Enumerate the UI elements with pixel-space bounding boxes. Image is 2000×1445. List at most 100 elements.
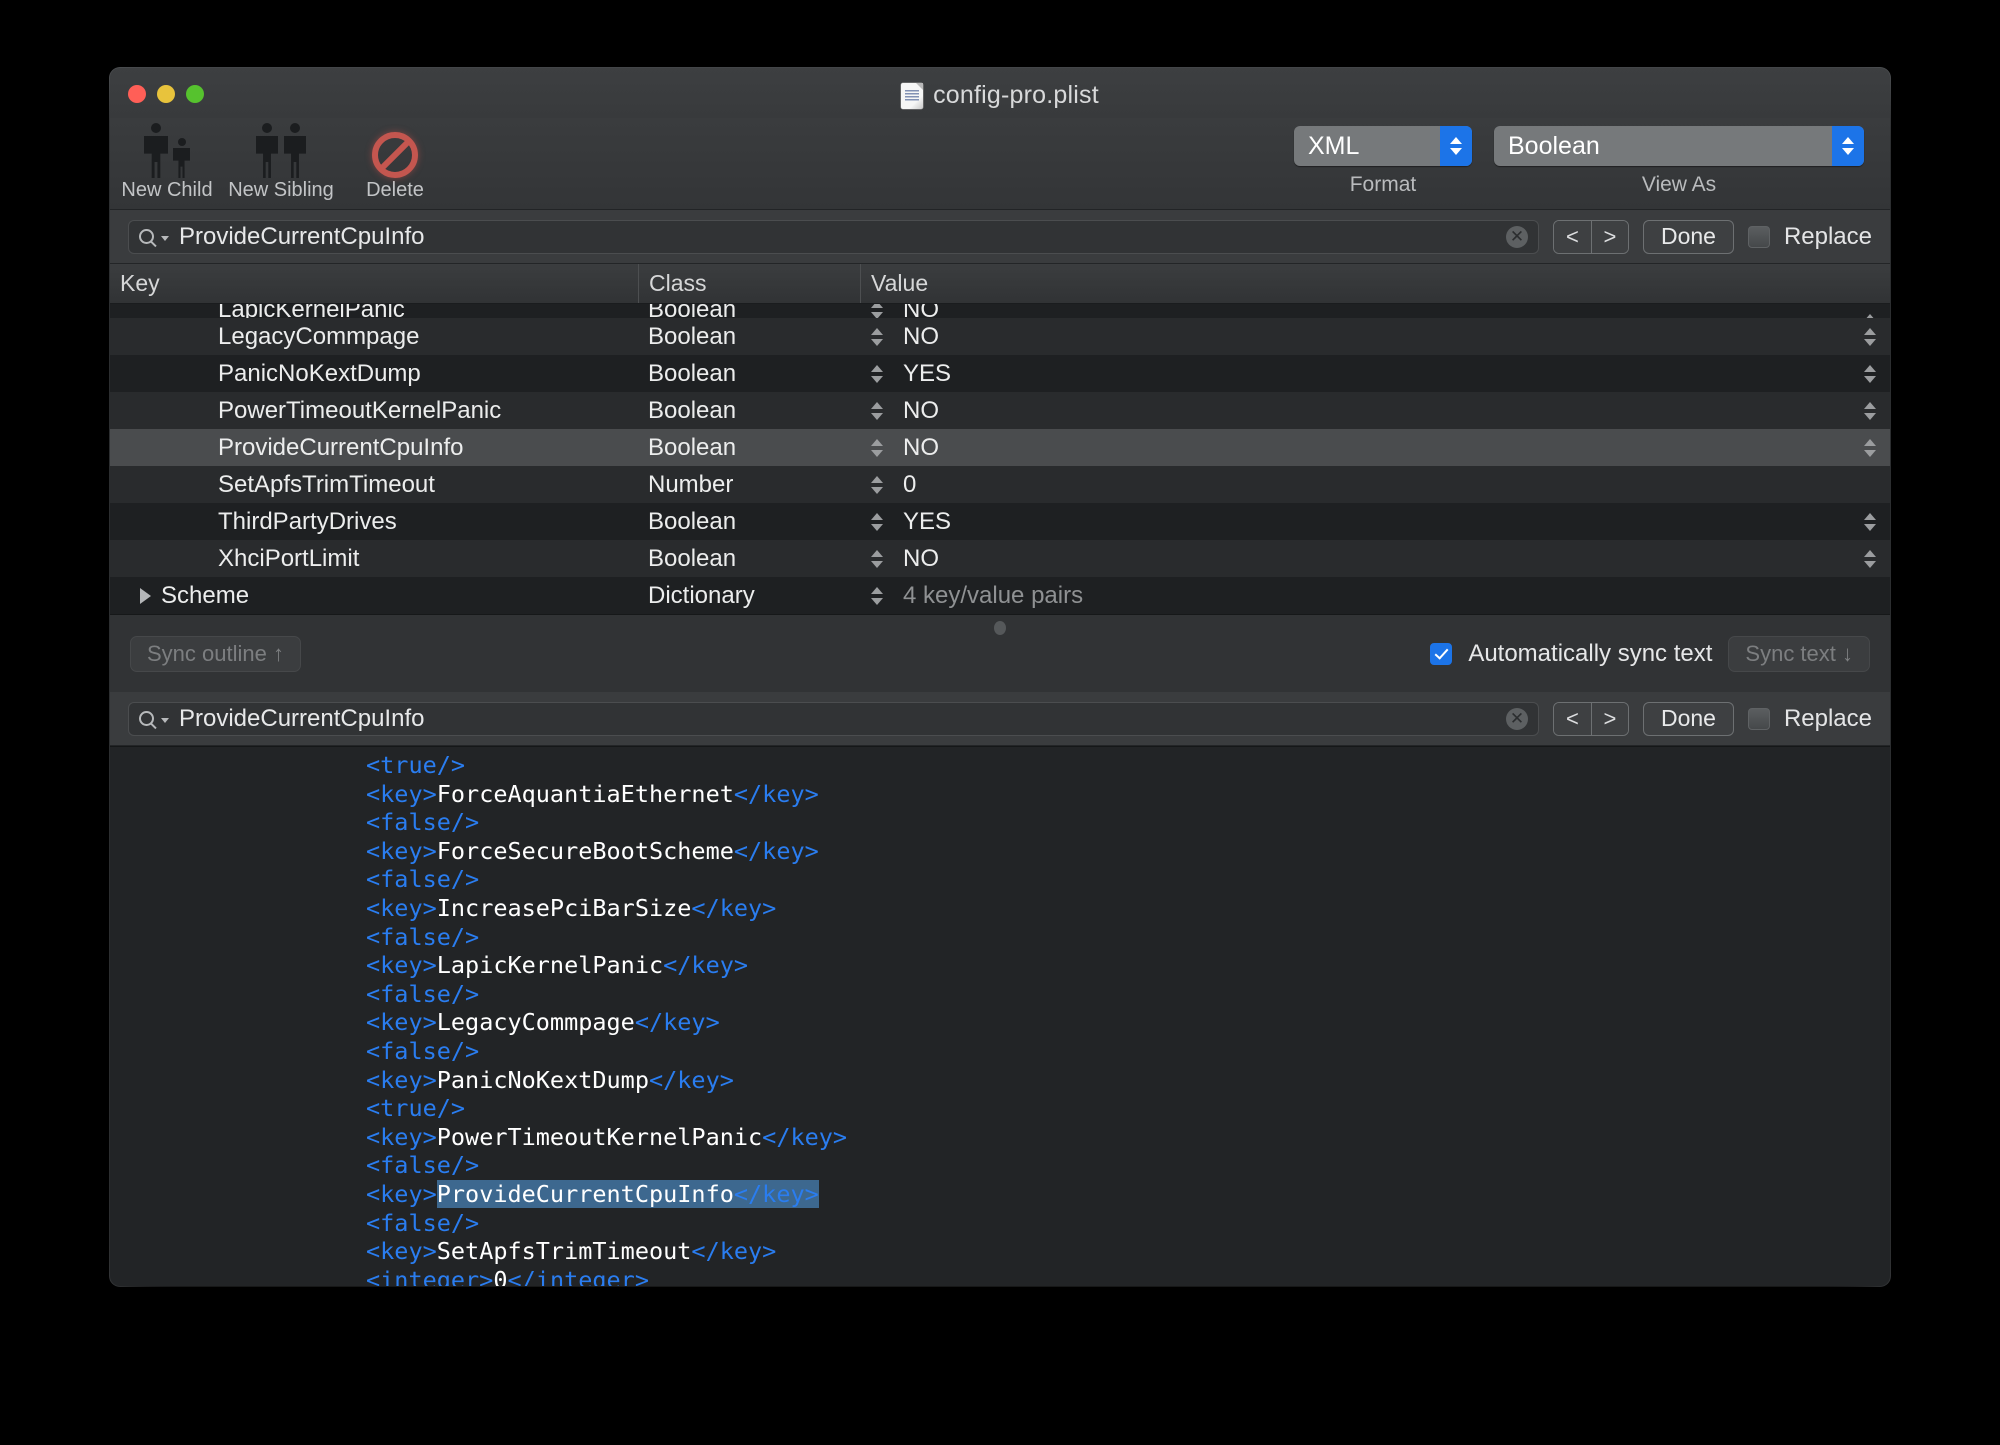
splitter-bar[interactable]: Sync outline ↑ Automatically sync text S…: [110, 614, 1890, 692]
format-popup-button[interactable]: XML: [1294, 126, 1472, 166]
row-class-stepper-icon[interactable]: [860, 392, 894, 429]
format-value: XML: [1308, 131, 1360, 160]
plist-editor-window: config-pro.plist New Child New Sibling D…: [110, 68, 1890, 1286]
window-titlebar: config-pro.plist: [110, 68, 1890, 118]
column-header-class[interactable]: Class: [638, 264, 860, 303]
view-as-popup-button[interactable]: Boolean: [1494, 126, 1864, 166]
code-tag: <false/>: [366, 979, 480, 1008]
new-sibling-button[interactable]: New Sibling: [224, 120, 338, 202]
code-tag: <false/>: [366, 1208, 480, 1237]
code-line: <false/>: [366, 865, 1890, 894]
auto-sync-label: Automatically sync text: [1468, 639, 1713, 667]
code-text: PowerTimeoutKernelPanic: [436, 1122, 763, 1151]
chevron-down-icon[interactable]: [161, 236, 169, 241]
code-tag: </key>: [762, 1122, 848, 1151]
code-line: <true/>: [366, 751, 1890, 780]
table-row[interactable]: ProvideCurrentCpuInfo Boolean NO: [110, 429, 1890, 466]
text-replace-checkbox[interactable]: [1747, 707, 1770, 730]
code-line: <false/>: [366, 1209, 1890, 1238]
format-stepper-icon[interactable]: [1440, 126, 1472, 166]
row-key-cell: XhciPortLimit: [110, 540, 638, 577]
xml-source-code: <true/> <key>ForceAquantiaEthernet</key> <…: [110, 751, 1890, 1286]
code-text: LegacyCommpage: [436, 1008, 635, 1037]
plist-document-icon: [901, 82, 924, 109]
delete-button[interactable]: Delete: [338, 120, 452, 202]
sync-outline-button[interactable]: Sync outline ↑: [130, 635, 301, 672]
row-class-cell: Boolean: [648, 396, 737, 424]
row-key-label: ProvideCurrentCpuInfo: [218, 433, 464, 461]
row-value-cell: 4 key/value pairs: [903, 581, 1084, 609]
table-row[interactable]: PanicNoKextDump Boolean YES: [110, 355, 1890, 392]
row-value-cell: NO: [903, 396, 939, 424]
outline-find-done-button[interactable]: Done: [1642, 219, 1734, 254]
row-class-stepper-icon[interactable]: [860, 540, 894, 577]
text-search-input[interactable]: ProvideCurrentCpuInfo ✕: [128, 701, 1539, 736]
clear-circle-icon[interactable]: ✕: [1505, 225, 1528, 248]
auto-sync-checkbox[interactable]: [1430, 642, 1453, 665]
column-header-value[interactable]: Value: [860, 264, 1890, 303]
new-child-icon: [144, 122, 190, 178]
clear-circle-icon[interactable]: ✕: [1505, 707, 1528, 730]
row-class-stepper-icon[interactable]: [860, 429, 894, 466]
text-find-done-button[interactable]: Done: [1642, 701, 1734, 736]
view-as-stepper-icon[interactable]: [1832, 126, 1864, 166]
row-value-cell: YES: [903, 359, 952, 387]
row-value-stepper-icon[interactable]: [1864, 540, 1876, 577]
outline-find-bar: ProvideCurrentCpuInfo ✕ < > Done Replace: [110, 210, 1890, 264]
row-class-stepper-icon[interactable]: [860, 503, 894, 540]
text-find-next-button[interactable]: >: [1590, 702, 1628, 735]
row-value-stepper-icon[interactable]: [1864, 355, 1876, 392]
format-label: Format: [1349, 173, 1417, 196]
row-key-label: PowerTimeoutKernelPanic: [218, 396, 502, 424]
code-tag: </key>: [663, 951, 749, 980]
table-row[interactable]: LapicKernelPanic Boolean NO: [110, 304, 1890, 332]
chevron-down-icon[interactable]: [161, 718, 169, 723]
outline-find-next-button[interactable]: >: [1590, 220, 1628, 253]
code-tag: <true/>: [366, 751, 466, 779]
outline-find-prev-button[interactable]: <: [1553, 220, 1591, 253]
sync-text-button[interactable]: Sync text ↓: [1728, 635, 1870, 672]
sync-controls: Automatically sync text Sync text ↓: [1430, 635, 1870, 672]
delete-prohibited-icon: [372, 122, 418, 178]
row-value-cell: NO: [903, 322, 939, 350]
table-row[interactable]: PowerTimeoutKernelPanic Boolean NO: [110, 392, 1890, 429]
splitter-handle-icon[interactable]: [994, 621, 1006, 635]
code-text: LapicKernelPanic: [436, 951, 664, 980]
code-tag: </key>: [691, 893, 777, 922]
row-value-stepper-icon[interactable]: [1864, 429, 1876, 466]
row-value-stepper-icon[interactable]: [1864, 318, 1876, 355]
table-row[interactable]: LegacyCommpage Boolean NO: [110, 318, 1890, 355]
table-row[interactable]: XhciPortLimit Boolean NO: [110, 540, 1890, 577]
code-tag: <integer>: [366, 1265, 494, 1286]
table-row[interactable]: ThirdPartyDrives Boolean YES: [110, 503, 1890, 540]
table-row[interactable]: Scheme Dictionary 4 key/value pairs: [110, 577, 1890, 614]
new-child-button[interactable]: New Child: [110, 120, 224, 202]
code-line: <false/>: [366, 808, 1890, 837]
row-class-stepper-icon[interactable]: [860, 466, 894, 503]
outline-search-input[interactable]: ProvideCurrentCpuInfo ✕: [128, 219, 1539, 254]
row-class-stepper-icon[interactable]: [860, 355, 894, 392]
code-text: ForceAquantiaEthernet: [436, 779, 734, 808]
row-class-stepper-icon[interactable]: [860, 318, 894, 355]
table-row[interactable]: SetApfsTrimTimeout Number 0: [110, 466, 1890, 503]
outline-column-header: Key Class Value: [110, 264, 1890, 304]
outline-replace-checkbox[interactable]: [1747, 225, 1770, 248]
code-line: <integer>0</integer>: [366, 1266, 1890, 1286]
code-tag: </key>: [733, 836, 819, 865]
code-tag: </key>: [634, 1008, 720, 1037]
code-tag: <key>: [366, 1179, 437, 1208]
row-value-stepper-icon[interactable]: [1864, 503, 1876, 540]
disclosure-triangle-icon[interactable]: [140, 587, 151, 604]
code-tag: <key>: [366, 779, 437, 808]
xml-text-view[interactable]: <true/> <key>ForceAquantiaEthernet</key> <…: [110, 746, 1890, 1286]
text-find-nav: < >: [1552, 701, 1629, 736]
text-search-value: ProvideCurrentCpuInfo: [179, 704, 425, 732]
text-find-prev-button[interactable]: <: [1553, 702, 1591, 735]
view-as-value: Boolean: [1508, 131, 1600, 160]
row-value-stepper-icon[interactable]: [1864, 392, 1876, 429]
format-popup-group: XML Format: [1294, 126, 1472, 197]
column-header-key[interactable]: Key: [110, 264, 638, 303]
window-title: config-pro.plist: [933, 81, 1099, 109]
row-class-stepper-icon[interactable]: [860, 577, 894, 614]
code-line: <key>IncreasePciBarSize</key>: [366, 894, 1890, 923]
